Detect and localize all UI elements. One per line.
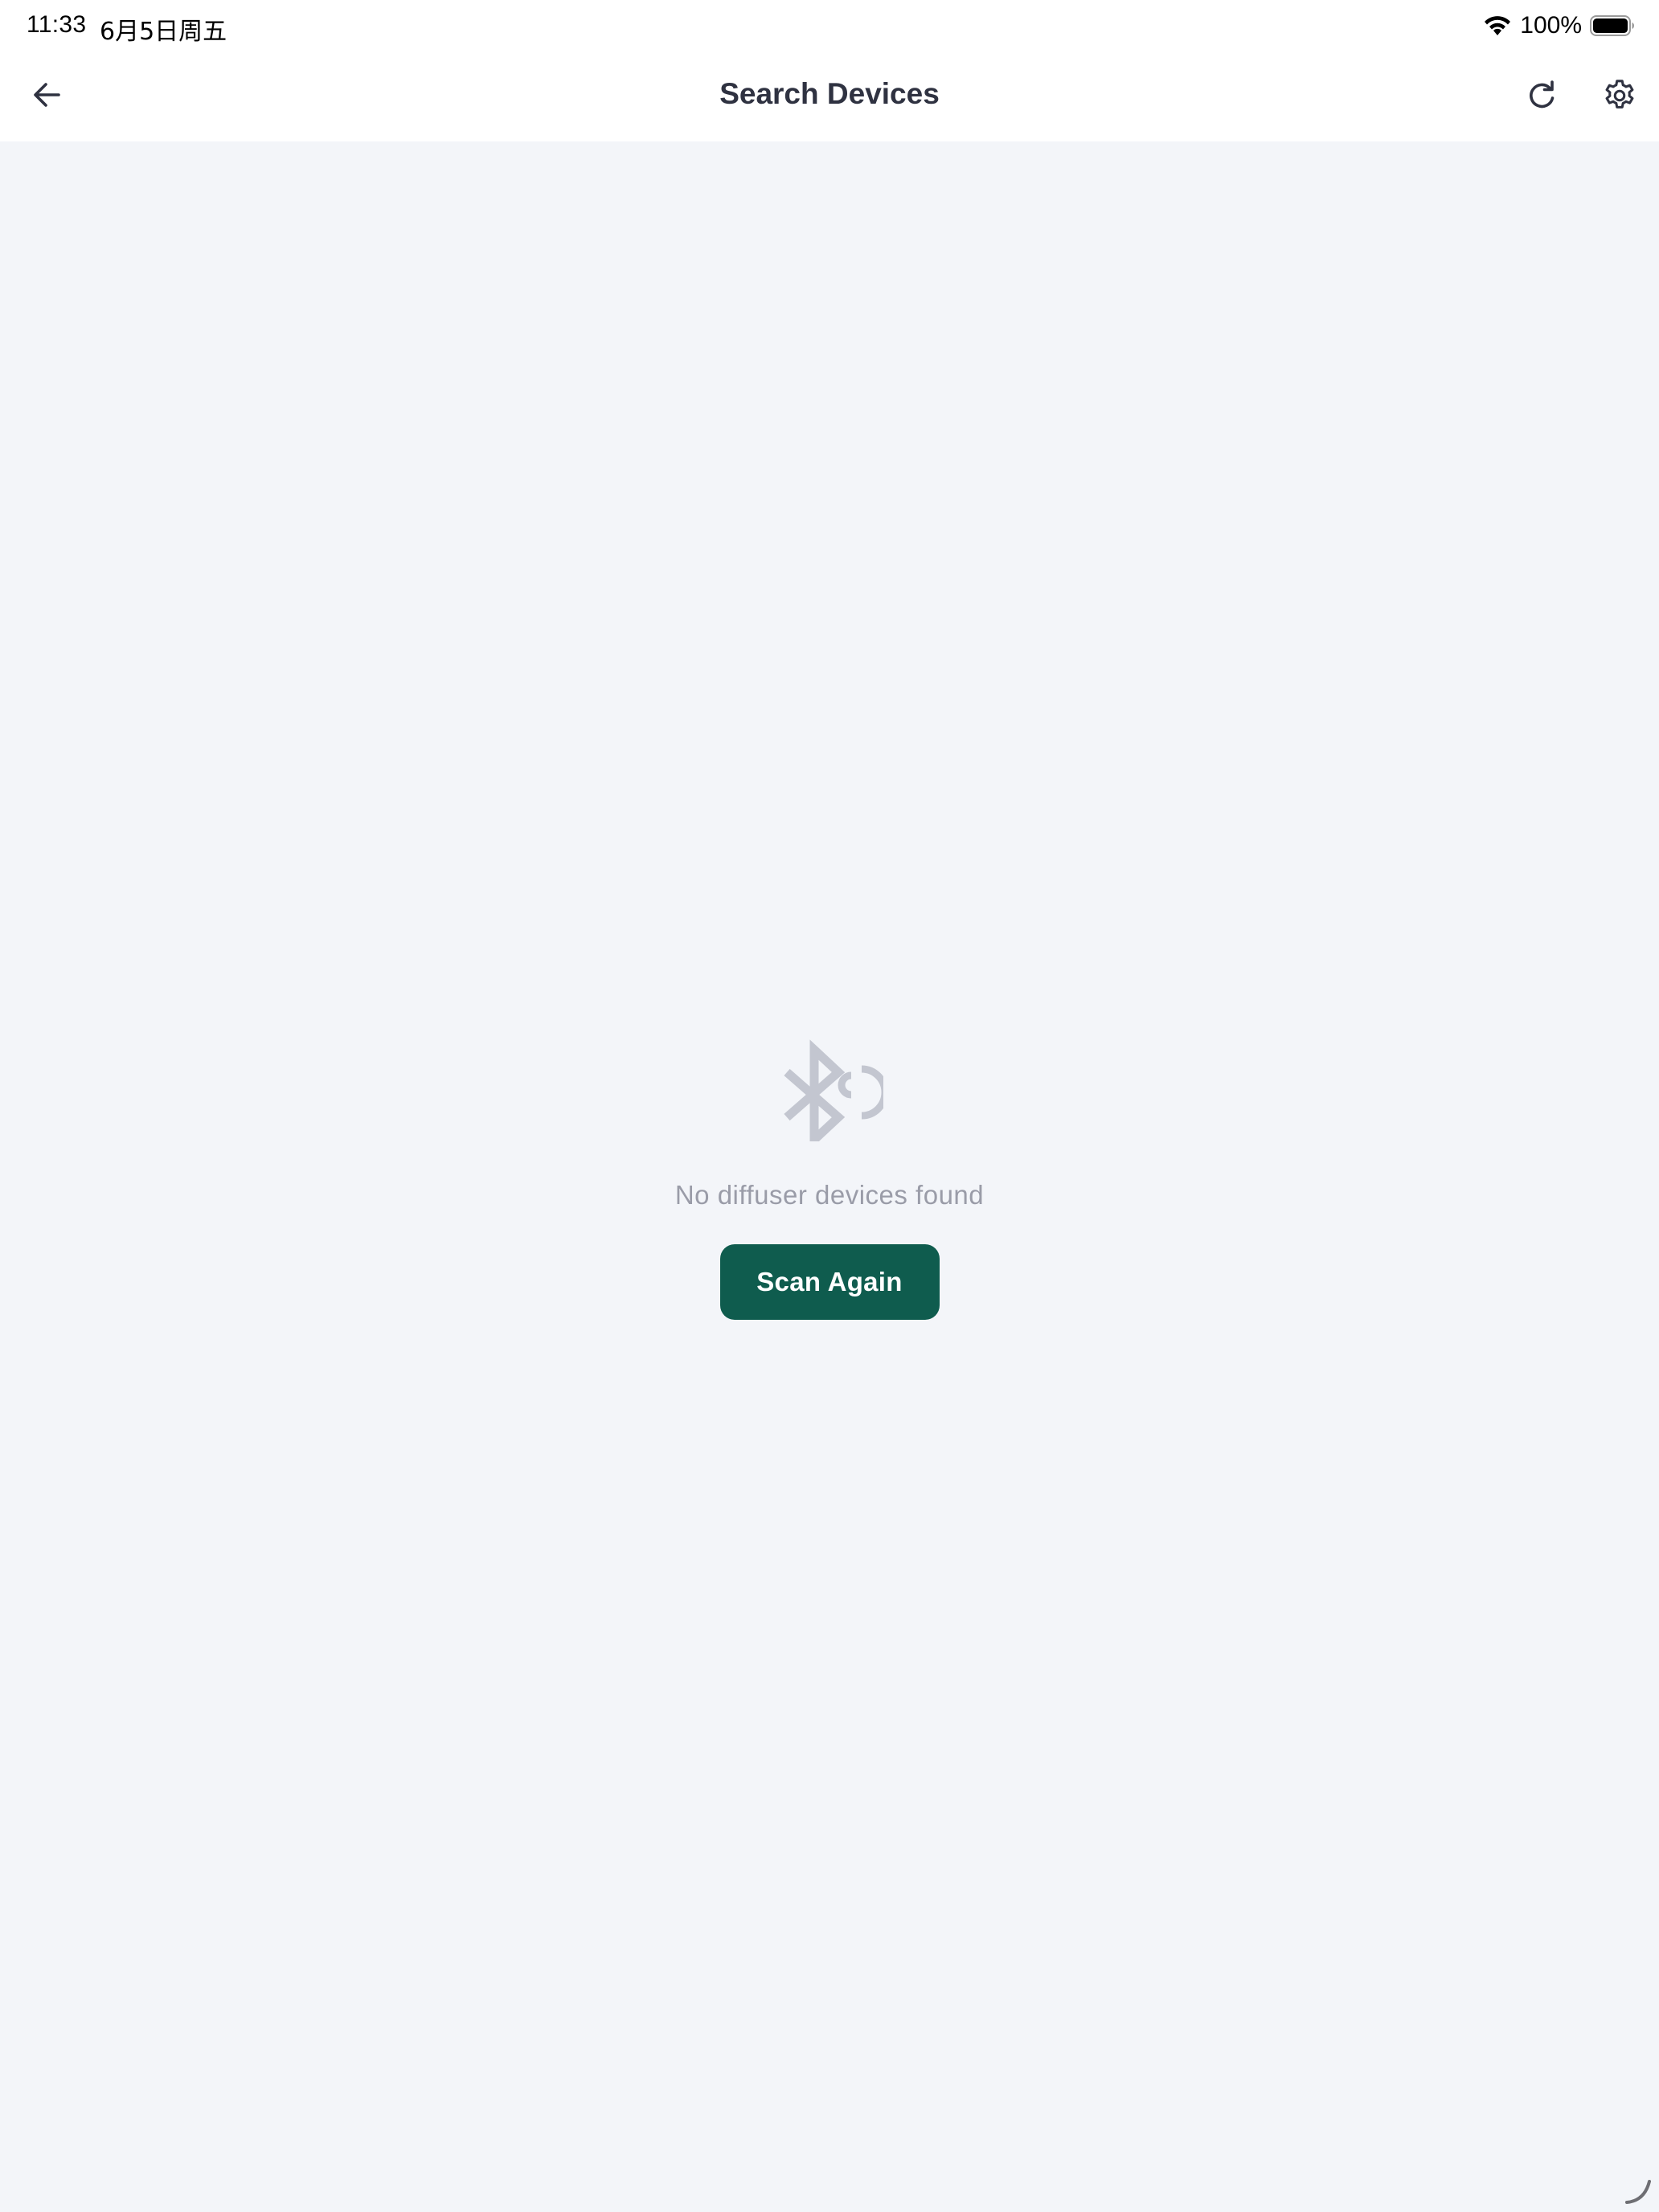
status-right-group: 100% <box>1483 10 1635 42</box>
empty-state: No diffuser devices found Scan Again <box>0 1029 1659 1320</box>
refresh-icon <box>1530 80 1555 109</box>
battery-icon <box>1590 15 1634 36</box>
refresh-button[interactable] <box>1519 72 1566 119</box>
battery-percent: 100% <box>1520 12 1582 39</box>
page-title: Search Devices <box>719 77 940 110</box>
status-date: 6月5日周五 <box>100 18 227 46</box>
scan-again-button[interactable]: Scan Again <box>719 1244 940 1320</box>
empty-state-message: No diffuser devices found <box>674 1180 985 1210</box>
settings-gear-icon <box>1605 80 1634 109</box>
resize-corner-icon <box>1625 2180 1651 2204</box>
wifi-icon <box>1485 16 1511 35</box>
status-bar: 11:33 6月5日周五 100% <box>0 0 1659 51</box>
bluetooth-searching-icon <box>779 1029 889 1150</box>
navigation-bar: Search Devices <box>0 51 1659 141</box>
status-time: 11:33 <box>27 11 87 38</box>
settings-button[interactable] <box>1596 72 1643 119</box>
